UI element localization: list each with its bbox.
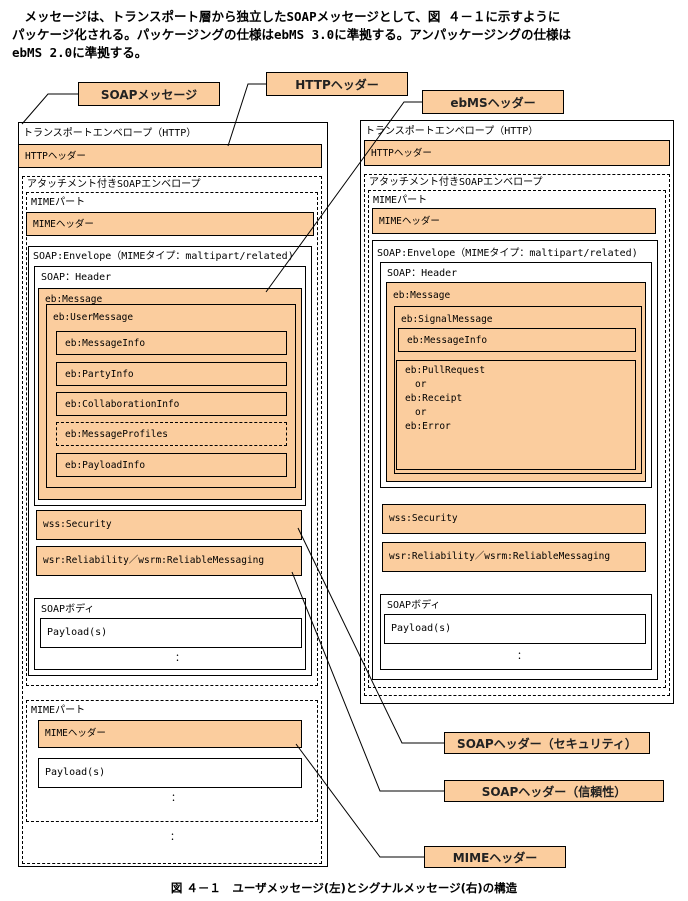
leader-soap-security — [297, 527, 444, 744]
leader-soap-message — [21, 93, 78, 125]
leader-http-header — [227, 83, 266, 147]
leader-soap-reliability — [291, 571, 444, 792]
leader-mime-header — [295, 743, 424, 858]
leader-ebms-header — [265, 101, 422, 293]
figure-caption: 図 ４－１ ユーザメッセージ(左)とシグナルメッセージ(右)の構造 — [170, 881, 518, 895]
leader-lines — [21, 83, 444, 858]
